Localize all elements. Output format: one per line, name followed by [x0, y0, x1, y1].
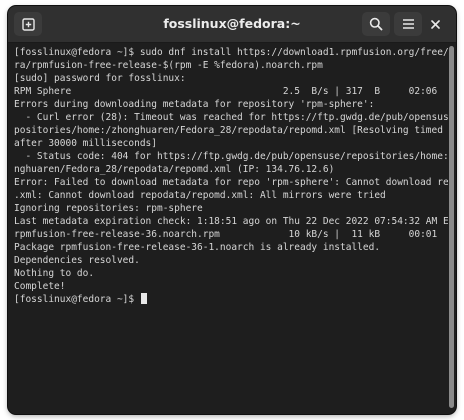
terminal-line: Error: Failed to download metadata for r… [14, 177, 448, 188]
terminal-line: nghuaren/Fedora_28/repodata/repomd.xml (… [14, 164, 335, 175]
search-icon [369, 17, 383, 31]
terminal-line: Nothing to do. [14, 268, 95, 279]
hamburger-menu-icon [402, 19, 414, 29]
terminal-line: after 30000 milliseconds] [14, 138, 157, 149]
close-icon [430, 19, 440, 29]
terminal-line: ra/rpmfusion-free-release-$(rpm -E %fedo… [14, 60, 323, 71]
terminal-line: [fosslinux@fedora ~]$ sudo dnf install h… [14, 47, 448, 58]
terminal-line: [sudo] password for fosslinux: [14, 73, 186, 84]
terminal-line: positories/home:/zhonghuaren/Fedora_28/r… [14, 125, 448, 136]
terminal-line: Package rpmfusion-free-release-36-1.noar… [14, 242, 381, 253]
scrollbar[interactable] [449, 46, 454, 408]
shell-prompt: [fosslinux@fedora ~]$ [14, 294, 140, 305]
terminal-line: Last metadata expiration check: 1:18:51 … [14, 216, 448, 227]
menu-button[interactable] [394, 12, 422, 36]
new-tab-button[interactable] [14, 12, 42, 36]
terminal-output[interactable]: [fosslinux@fedora ~]$ sudo dnf install h… [8, 43, 448, 414]
terminal-line: Complete! [14, 281, 66, 292]
title-bar: fosslinux@fedora:~ [8, 6, 456, 43]
search-button[interactable] [362, 12, 390, 36]
terminal-line: Ignoring repositories: rpm-sphere [14, 203, 203, 214]
terminal-line: - Curl error (28): Timeout was reached f… [14, 112, 448, 123]
terminal-line: .xml: Cannot download repodata/repomd.xm… [14, 190, 386, 201]
terminal-line: Dependencies resolved. [14, 255, 140, 266]
terminal-line: RPM Sphere 2.5 B/s | 317 B 02:06 [14, 86, 438, 97]
text-cursor [140, 293, 147, 304]
prompt-line: [fosslinux@fedora ~]$ [14, 293, 448, 306]
close-button[interactable] [422, 12, 448, 36]
terminal-line: - Status code: 404 for https://ftp.gwdg.… [14, 151, 448, 162]
terminal-window: fosslinux@fedora:~ [fosslinux@fedora ~]$… [8, 6, 456, 414]
terminal-line: rpmfusion-free-release-36.noarch.rpm 10 … [14, 229, 438, 240]
terminal-line: Errors during downloading metadata for r… [14, 99, 375, 110]
new-tab-icon [21, 17, 35, 31]
